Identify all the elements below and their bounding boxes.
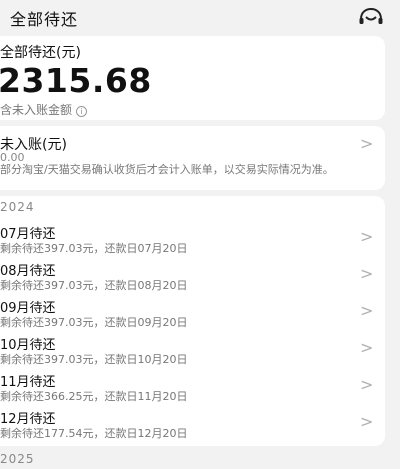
- chevron-right-icon: >: [360, 301, 374, 320]
- chevron-right-icon: >: [360, 375, 374, 394]
- chevron-right-icon: >: [360, 134, 374, 153]
- item-desc: 剩余待还397.03元，还款日10月20日: [0, 353, 188, 366]
- chevron-right-icon: >: [360, 227, 374, 246]
- list-item[interactable]: 08月待还 剩余待还397.03元，还款日08月20日 >: [0, 258, 385, 294]
- list-item[interactable]: 12月待还 剩余待还177.54元，还款日12月20日 >: [0, 406, 385, 442]
- top-header: 全部待还: [0, 0, 400, 36]
- total-due-label: 全部待还(元): [0, 45, 81, 61]
- chevron-right-icon: >: [360, 412, 374, 431]
- total-due-note: 含未入账金额 i: [0, 101, 88, 118]
- chevron-right-icon: >: [360, 264, 374, 283]
- item-desc: 剩余待还397.03元，还款日07月20日: [0, 242, 188, 255]
- item-desc: 剩余待还366.25元，还款日11月20日: [0, 390, 188, 403]
- total-due-amount: 2315.68: [0, 61, 152, 100]
- list-item[interactable]: 07月待还 剩余待还397.03元，还款日07月20日 >: [0, 221, 385, 257]
- list-item[interactable]: 10月待还 剩余待还397.03元，还款日10月20日 >: [0, 332, 385, 368]
- list-item[interactable]: 11月待还 剩余待还366.25元，还款日11月20日 >: [0, 369, 385, 405]
- item-desc: 剩余待还397.03元，还款日09月20日: [0, 316, 188, 329]
- item-desc: 剩余待还397.03元，还款日08月20日: [0, 279, 188, 292]
- total-due-card: 全部待还(元) 2315.68 含未入账金额 i: [0, 36, 385, 120]
- total-note-text: 含未入账金额: [0, 103, 73, 117]
- pending-card[interactable]: 未入账(元) 0.00 部分淘宝/天猫交易确认收货后才会计入账单，以交易实际情况…: [0, 126, 385, 190]
- year-label: 2024: [0, 200, 35, 214]
- chevron-right-icon: >: [360, 338, 374, 357]
- page-title: 全部待还: [10, 10, 79, 29]
- headset-icon[interactable]: [358, 7, 384, 29]
- monthly-list-card: 2024 07月待还 剩余待还397.03元，还款日07月20日 > 08月待还…: [0, 196, 385, 446]
- item-desc: 剩余待还177.54元，还款日12月20日: [0, 427, 188, 440]
- info-icon[interactable]: i: [76, 106, 88, 117]
- pending-description: 部分淘宝/天猫交易确认收货后才会计入账单，以交易实际情况为准。: [0, 163, 334, 176]
- list-item[interactable]: 09月待还 剩余待还397.03元，还款日09月20日 >: [0, 295, 385, 331]
- next-year-label: 2025: [0, 452, 35, 466]
